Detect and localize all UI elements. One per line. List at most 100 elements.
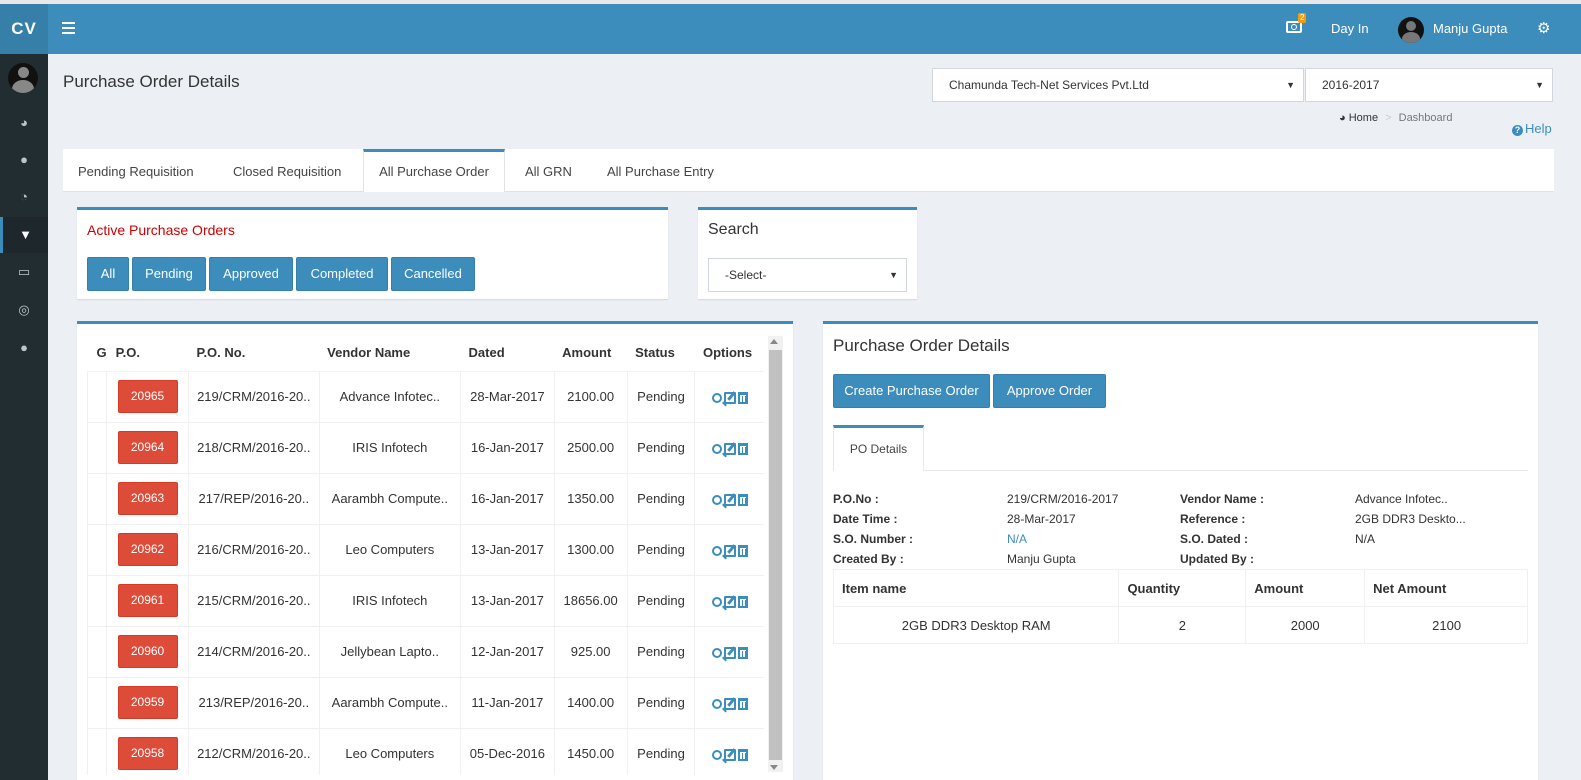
row-g-cell bbox=[87, 676, 107, 728]
edit-icon[interactable] bbox=[723, 595, 736, 608]
trash-icon[interactable] bbox=[737, 595, 748, 608]
po-number-cell: 20958 bbox=[106, 727, 189, 775]
approve-order-button[interactable]: Approve Order bbox=[993, 374, 1106, 408]
row-g-cell bbox=[87, 370, 107, 422]
po-no-cell: 212/CRM/2016-20.. bbox=[187, 727, 320, 775]
options-cell bbox=[694, 370, 764, 422]
gears-icon[interactable]: ⚙ bbox=[1537, 19, 1550, 37]
tab-closed-requisition[interactable]: Closed Requisition bbox=[233, 149, 341, 192]
table-row[interactable]: 20965 219/CRM/2016-20.. Advance Infotec.. 2… bbox=[87, 370, 764, 422]
create-purchase-order-button[interactable]: Create Purchase Order bbox=[833, 374, 990, 408]
status-cell: Pending bbox=[626, 370, 695, 422]
app-logo[interactable]: CV bbox=[0, 4, 48, 54]
search-icon[interactable] bbox=[711, 494, 722, 505]
amount-cell: 925.00 bbox=[553, 625, 628, 677]
po-number-button[interactable]: 20963 bbox=[117, 482, 178, 515]
user-icon[interactable]: ● bbox=[0, 142, 48, 178]
search-icon[interactable] bbox=[711, 392, 722, 403]
po-no-cell: 218/CRM/2016-20.. bbox=[187, 421, 320, 473]
options-cell bbox=[694, 421, 764, 473]
company-select-value: Chamunda Tech-Net Services Pvt.Ltd bbox=[949, 78, 1149, 92]
table-row[interactable]: 20958 212/CRM/2016-20.. Leo Computers 05-De… bbox=[87, 727, 764, 775]
status-cell: Pending bbox=[626, 421, 695, 473]
po-number-button[interactable]: 20959 bbox=[117, 686, 178, 719]
search-icon[interactable] bbox=[711, 596, 722, 607]
table-row[interactable]: 20963 217/REP/2016-20.. Aarambh Compute.. 1… bbox=[87, 472, 764, 524]
sidebar-avatar bbox=[8, 63, 38, 93]
scroll-up-icon[interactable] bbox=[770, 339, 778, 344]
po-number-button[interactable]: 20964 bbox=[117, 431, 178, 464]
edit-icon[interactable] bbox=[723, 646, 736, 659]
amount-cell: 1400.00 bbox=[553, 676, 628, 728]
chevron-down-icon: ▼ bbox=[1535, 80, 1544, 90]
po-number-button[interactable]: 20960 bbox=[117, 635, 178, 668]
info-icon[interactable]: ● bbox=[0, 330, 48, 366]
tab-po-details[interactable]: PO Details bbox=[833, 425, 924, 471]
reference-value: 2GB DDR3 Deskto... bbox=[1355, 512, 1466, 526]
filter-completed-button[interactable]: Completed bbox=[296, 257, 388, 291]
table-row[interactable]: 20962 216/CRM/2016-20.. Leo Computers 13-Ja… bbox=[87, 523, 764, 575]
search-icon[interactable] bbox=[711, 698, 722, 709]
trash-icon[interactable] bbox=[737, 646, 748, 659]
po-number-button[interactable]: 20958 bbox=[117, 737, 178, 771]
tab-all-purchase-order[interactable]: All Purchase Order bbox=[363, 149, 505, 192]
tab-all-purchase-entry[interactable]: All Purchase Entry bbox=[607, 149, 714, 192]
options-cell bbox=[694, 574, 764, 626]
edit-icon[interactable] bbox=[723, 748, 736, 761]
day-in-link[interactable]: Day In bbox=[1331, 21, 1369, 36]
help-link[interactable]: ? Help bbox=[1512, 121, 1552, 136]
dashboard-icon[interactable]: ◕ bbox=[0, 105, 48, 141]
search-select-value: -Select- bbox=[725, 268, 767, 282]
edit-icon[interactable] bbox=[723, 544, 736, 557]
tab-all-grn[interactable]: All GRN bbox=[525, 149, 572, 192]
so-number-link[interactable]: N/A bbox=[1007, 532, 1027, 546]
col-item-amount: Amount bbox=[1245, 569, 1366, 607]
po-number-button[interactable]: 20965 bbox=[117, 380, 178, 413]
dated-cell: 11-Jan-2017 bbox=[460, 676, 555, 728]
search-icon[interactable] bbox=[711, 647, 722, 658]
menu-toggle-icon[interactable] bbox=[62, 19, 76, 39]
credit-card-icon[interactable]: ▭ bbox=[0, 254, 48, 290]
scroll-down-icon[interactable] bbox=[770, 765, 778, 770]
tab-pending-requisition[interactable]: Pending Requisition bbox=[78, 149, 194, 192]
col-amount: Amount bbox=[554, 335, 628, 372]
status-cell: Pending bbox=[626, 472, 695, 524]
trash-icon[interactable] bbox=[737, 697, 748, 710]
table-row[interactable]: 20961 215/CRM/2016-20.. IRIS Infotech 13-Ja… bbox=[87, 574, 764, 626]
po-number-cell: 20965 bbox=[106, 370, 189, 422]
search-select[interactable]: -Select- ▼ bbox=[708, 258, 907, 292]
globe-icon[interactable]: ◎ bbox=[0, 292, 48, 328]
table-scrollbar-thumb[interactable] bbox=[769, 350, 782, 760]
year-select[interactable]: 2016-2017 ▼ bbox=[1305, 68, 1553, 102]
filter-cancelled-button[interactable]: Cancelled bbox=[391, 257, 475, 291]
search-icon[interactable] bbox=[711, 749, 722, 760]
trash-icon[interactable] bbox=[737, 442, 748, 455]
breadcrumb-home[interactable]: Home bbox=[1349, 112, 1378, 124]
trash-icon[interactable] bbox=[737, 544, 748, 557]
user-name[interactable]: Manju Gupta bbox=[1433, 21, 1507, 36]
row-g-cell bbox=[87, 421, 107, 473]
user-avatar[interactable] bbox=[1398, 17, 1424, 43]
pie-chart-icon[interactable]: ◔ bbox=[0, 179, 48, 215]
trash-icon[interactable] bbox=[737, 391, 748, 404]
edit-icon[interactable] bbox=[723, 391, 736, 404]
table-row[interactable]: 20959 213/REP/2016-20.. Aarambh Compute.. 1… bbox=[87, 676, 764, 728]
filter-all-button[interactable]: All bbox=[87, 257, 129, 291]
search-icon[interactable] bbox=[711, 545, 722, 556]
company-select[interactable]: Chamunda Tech-Net Services Pvt.Ltd ▼ bbox=[932, 68, 1304, 102]
po-number-button[interactable]: 20961 bbox=[117, 584, 178, 617]
trash-icon[interactable] bbox=[737, 748, 748, 761]
item-amount: 2000 bbox=[1245, 606, 1366, 644]
po-number-button[interactable]: 20962 bbox=[117, 533, 178, 566]
table-row[interactable]: 20964 218/CRM/2016-20.. IRIS Infotech 16-Ja… bbox=[87, 421, 764, 473]
trash-icon[interactable] bbox=[737, 493, 748, 506]
shopping-cart-icon[interactable]: ▼ bbox=[0, 217, 48, 253]
edit-icon[interactable] bbox=[723, 493, 736, 506]
filter-approved-button[interactable]: Approved bbox=[209, 257, 293, 291]
filter-pending-button[interactable]: Pending bbox=[132, 257, 206, 291]
search-icon[interactable] bbox=[711, 443, 722, 454]
edit-icon[interactable] bbox=[723, 697, 736, 710]
table-row[interactable]: 20960 214/CRM/2016-20.. Jellybean Lapto.. 1… bbox=[87, 625, 764, 677]
vendor-name-value: Advance Infotec.. bbox=[1355, 492, 1448, 506]
edit-icon[interactable] bbox=[723, 442, 736, 455]
